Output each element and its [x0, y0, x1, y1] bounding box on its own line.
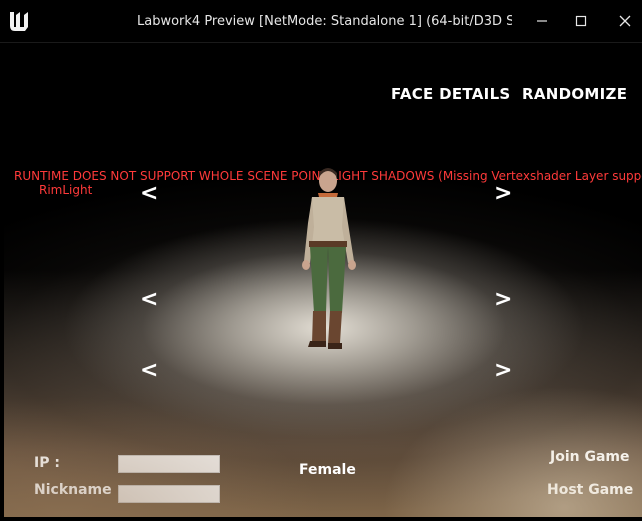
selector-3-prev-arrow[interactable]: <: [140, 360, 158, 382]
selector-3-next-arrow[interactable]: >: [494, 360, 512, 382]
unreal-engine-logo-icon: [6, 8, 32, 34]
face-details-button[interactable]: FACE DETAILS: [391, 85, 511, 103]
maximize-icon: [575, 15, 587, 27]
window-title: Labwork4 Preview [NetMode: Standalone 1]…: [137, 14, 512, 29]
nickname-input[interactable]: [118, 485, 220, 503]
nickname-label: Nickname :: [34, 482, 123, 498]
minimize-icon: [537, 20, 547, 22]
character-model: [282, 163, 374, 363]
close-icon: [619, 15, 631, 27]
join-game-button[interactable]: Join Game: [550, 449, 630, 465]
window-titlebar: Labwork4 Preview [NetMode: Standalone 1]…: [0, 0, 642, 43]
rimlight-warning-text: RimLight: [39, 183, 93, 197]
selector-1-next-arrow[interactable]: >: [494, 183, 512, 205]
selector-1-prev-arrow[interactable]: <: [140, 183, 158, 205]
minimize-button[interactable]: [527, 10, 557, 32]
ip-label: IP :: [34, 455, 60, 471]
host-game-button[interactable]: Host Game: [547, 482, 633, 498]
selector-2-prev-arrow[interactable]: <: [140, 289, 158, 311]
ip-input[interactable]: [118, 455, 220, 473]
gender-label[interactable]: Female: [299, 462, 356, 478]
maximize-button[interactable]: [566, 10, 596, 32]
game-viewport[interactable]: FACE DETAILS RANDOMIZE RUNTIME DOES NOT …: [4, 43, 642, 517]
selector-2-next-arrow[interactable]: >: [494, 289, 512, 311]
randomize-button[interactable]: RANDOMIZE: [522, 85, 627, 103]
close-button[interactable]: [610, 10, 640, 32]
